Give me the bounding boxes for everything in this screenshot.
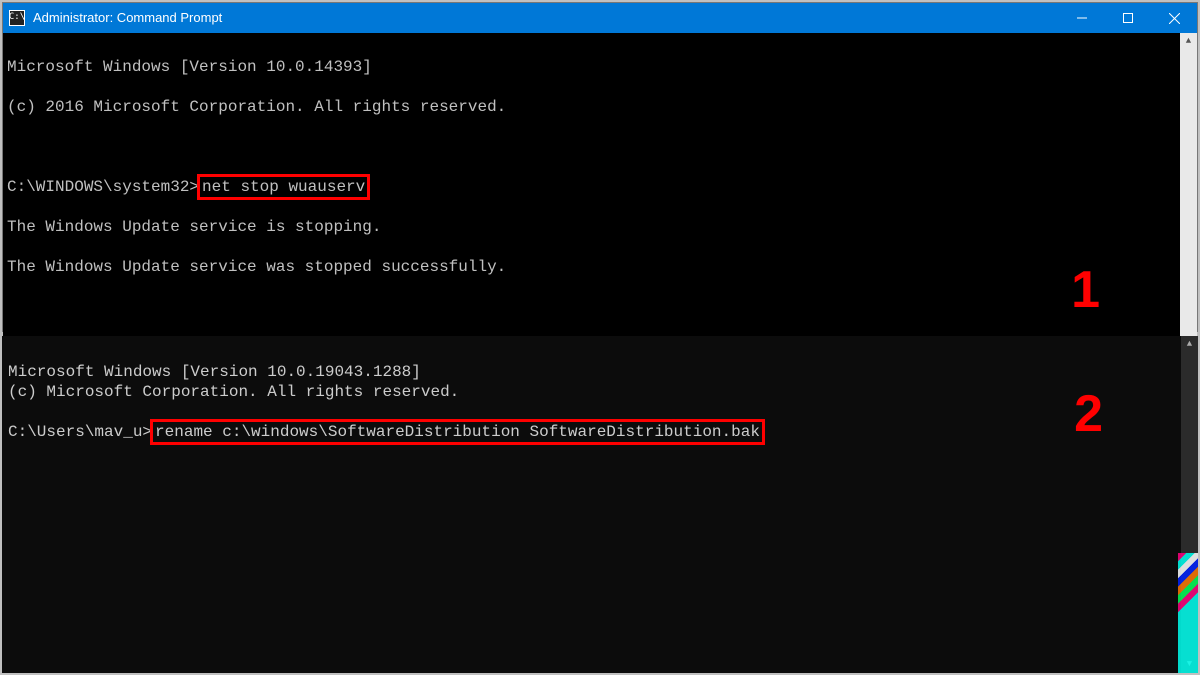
decorative-edge xyxy=(1178,553,1198,673)
prompt: C:\Users\mav_u> xyxy=(8,423,152,441)
maximize-button[interactable] xyxy=(1105,3,1151,33)
annotation-badge-2: 2 xyxy=(1074,382,1103,447)
annotation-badge-1: 1 xyxy=(1071,258,1100,323)
version-line: Microsoft Windows [Version 10.0.14393] xyxy=(7,57,1176,77)
scroll-up-icon[interactable]: ▲ xyxy=(1180,33,1197,50)
window-title: Administrator: Command Prompt xyxy=(33,10,1059,26)
copyright-line: (c) 2016 Microsoft Corporation. All righ… xyxy=(7,97,1176,117)
minimize-button[interactable] xyxy=(1059,3,1105,33)
highlight-cmd-3: rename c:\windows\SoftwareDistribution S… xyxy=(150,419,765,445)
terminal-output-2[interactable]: Microsoft Windows [Version 10.0.19043.12… xyxy=(2,336,1181,673)
output-line: The Windows Update service was stopped s… xyxy=(7,257,1176,277)
scroll-up-icon[interactable]: ▲ xyxy=(1181,336,1198,353)
titlebar[interactable]: C:\ Administrator: Command Prompt xyxy=(3,3,1197,33)
close-button[interactable] xyxy=(1151,3,1197,33)
highlight-cmd-1: net stop wuauserv xyxy=(197,174,370,200)
prompt: C:\WINDOWS\system32> xyxy=(7,178,199,196)
cmd-panel-2: Microsoft Windows [Version 10.0.19043.12… xyxy=(2,336,1198,673)
version-line: Microsoft Windows [Version 10.0.19043.12… xyxy=(8,363,421,381)
cmd-window: C:\ Administrator: Command Prompt Micros… xyxy=(2,2,1198,332)
output-line: The Windows Update service is stopping. xyxy=(7,217,1176,237)
cmd-icon: C:\ xyxy=(9,10,25,26)
copyright-line: (c) Microsoft Corporation. All rights re… xyxy=(8,383,459,401)
